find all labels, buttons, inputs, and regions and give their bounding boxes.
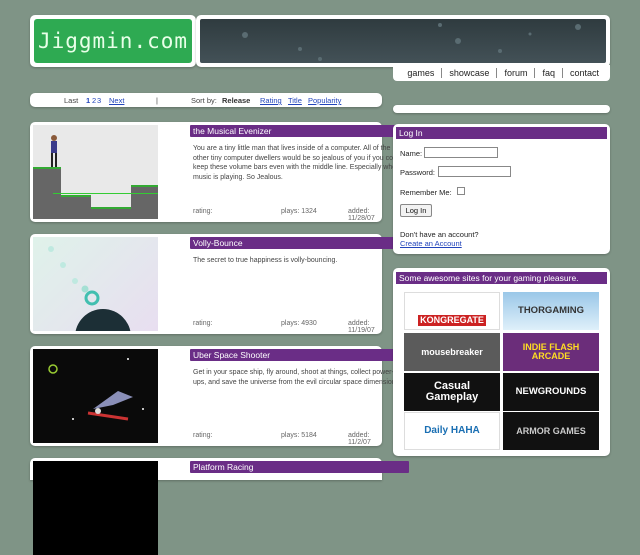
game-card: Platform Racing <box>30 458 409 555</box>
game-rating: rating: <box>193 208 213 215</box>
game-thumbnail[interactable] <box>33 461 158 555</box>
pager-divider: | <box>156 96 158 105</box>
header-banner <box>200 19 606 63</box>
daily-haha-label: Daily HAHA <box>424 425 480 436</box>
game-rating: rating: <box>193 432 213 439</box>
armor-games-link[interactable]: ARMOR GAMES <box>503 412 599 450</box>
game-plays: plays: 5184 <box>281 432 317 439</box>
name-input[interactable] <box>424 147 498 158</box>
game-description: You are a tiny little man that lives ins… <box>193 145 403 181</box>
login-button[interactable]: Log In <box>400 204 432 217</box>
sort-title[interactable]: Title <box>288 96 302 105</box>
right-spacer-bar <box>393 105 610 113</box>
password-input[interactable] <box>438 166 511 177</box>
space-shooter-thumbnail-art <box>48 358 144 421</box>
pager-page-3[interactable]: 3 <box>97 96 101 105</box>
remember-checkbox[interactable] <box>457 187 465 195</box>
bubbles-decoration <box>242 23 581 61</box>
game-plays: plays: 1324 <box>281 208 317 215</box>
thorgaming-link[interactable]: THORGAMING <box>503 292 599 330</box>
game-card: Volly-Bounce The secret to true happines… <box>30 234 409 334</box>
newgrounds-label: NEWGROUNDS <box>515 386 587 398</box>
mousebreaker-link[interactable]: mousebreaker <box>404 333 500 371</box>
sort-popularity[interactable]: Popularity <box>308 96 341 105</box>
sites-title: Some awesome sites for your gaming pleas… <box>396 272 607 284</box>
nav-showcase[interactable]: showcase <box>441 68 496 78</box>
game-card: the Musical Evenizer You are a tiny litt… <box>30 122 409 222</box>
armor-games-label: ARMOR GAMES <box>516 425 586 436</box>
game-description: The secret to true happiness is volly-bo… <box>193 257 338 264</box>
pager-last: Last <box>64 96 79 105</box>
site-logo[interactable]: Jiggmin.com <box>34 19 192 63</box>
sort-rating[interactable]: Rating <box>260 96 282 105</box>
sort-by-label: Sort by: <box>191 96 217 105</box>
remember-label: Remember Me: <box>400 188 452 197</box>
indie-flash-arcade-label: INDIE FLASH ARCADE <box>522 342 580 361</box>
game-thumbnail[interactable] <box>33 237 158 331</box>
game-added: added: 11/19/07 <box>348 320 375 334</box>
game-title[interactable]: Uber Space Shooter <box>190 349 409 361</box>
game-title[interactable]: Volly-Bounce <box>190 237 409 249</box>
game-plays: plays: 4930 <box>281 320 317 327</box>
password-label: Password: <box>400 168 436 177</box>
create-account-link[interactable]: Create an Account <box>400 239 462 248</box>
casual-gameplay-label: Casual Gameplay <box>425 380 479 403</box>
login-title: Log In <box>396 127 607 139</box>
indie-flash-arcade-link[interactable]: INDIE FLASH ARCADE <box>503 333 599 371</box>
game-title[interactable]: Platform Racing <box>190 461 409 473</box>
volly-thumbnail-art <box>48 246 131 331</box>
game-rating: rating: <box>193 320 213 327</box>
daily-haha-link[interactable]: Daily HAHA <box>404 412 500 450</box>
game-thumbnail[interactable] <box>33 125 158 219</box>
main-nav: games showcase forum faq contact <box>393 65 610 81</box>
kongregate-label: KONGREGATE <box>418 315 486 326</box>
pagination-sort-bar: Last 1 2 3 Next | Sort by: Release Ratin… <box>30 93 382 107</box>
casual-gameplay-link[interactable]: Casual Gameplay <box>404 373 500 411</box>
thorgaming-label: THORGAMING <box>518 305 584 317</box>
game-thumbnail[interactable] <box>33 349 158 443</box>
newgrounds-link[interactable]: NEWGROUNDS <box>503 373 599 411</box>
name-label: Name: <box>400 149 423 158</box>
mousebreaker-label: mousebreaker <box>421 346 483 357</box>
game-card: Uber Space Shooter Get in your space shi… <box>30 346 409 446</box>
sort-release[interactable]: Release <box>222 96 250 105</box>
evenizer-thumbnail-art <box>33 135 158 219</box>
game-description: Get in your space ship, fly around, shoo… <box>193 369 398 386</box>
nav-forum[interactable]: forum <box>496 68 534 78</box>
game-added: added: 11/2/07 <box>348 432 371 446</box>
no-account-text: Don't have an account? <box>400 230 479 239</box>
pager-next[interactable]: Next <box>109 96 124 105</box>
nav-games[interactable]: games <box>400 68 441 78</box>
pager-page-1[interactable]: 1 <box>86 96 90 105</box>
game-added: added: 11/28/07 <box>348 208 375 222</box>
pager-page-2[interactable]: 2 <box>92 96 96 105</box>
nav-faq[interactable]: faq <box>534 68 562 78</box>
game-title[interactable]: the Musical Evenizer <box>190 125 409 137</box>
nav-contact[interactable]: contact <box>561 68 606 78</box>
kongregate-link[interactable]: KONGREGATE <box>404 292 500 330</box>
